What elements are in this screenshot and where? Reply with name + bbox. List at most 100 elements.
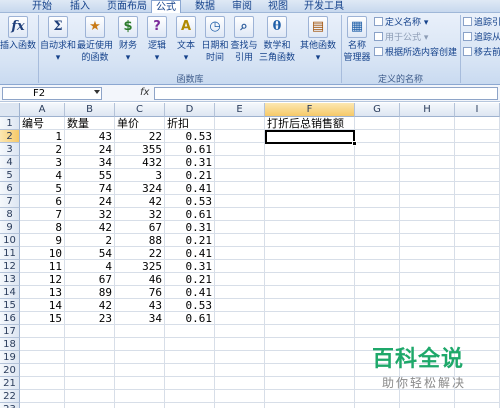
data-cell[interactable]: 0.61 (165, 208, 215, 221)
data-cell[interactable]: 13 (20, 286, 65, 299)
row-header-12[interactable]: 12 (0, 260, 20, 273)
data-cell[interactable]: 14 (20, 299, 65, 312)
data-cell[interactable]: 43 (65, 130, 115, 143)
data-cell[interactable]: 8 (20, 221, 65, 234)
data-cell[interactable]: 1 (20, 130, 65, 143)
data-cell[interactable]: 32 (65, 208, 115, 221)
column-header-b[interactable]: B (65, 103, 115, 117)
trace-dependents-button[interactable]: 追踪从 (463, 32, 500, 44)
row-header-2[interactable]: 2 (0, 130, 20, 143)
row-header-11[interactable]: 11 (0, 247, 20, 260)
data-cell[interactable]: 55 (65, 169, 115, 182)
trace-precedents-button[interactable]: 追踪引 (463, 17, 500, 29)
data-cell[interactable]: 0.41 (165, 286, 215, 299)
header-cell-discounted-total[interactable]: 打折后总销售额 (265, 117, 355, 130)
column-header-g[interactable]: G (355, 103, 400, 117)
data-cell[interactable]: 0.41 (165, 182, 215, 195)
data-cell[interactable]: 42 (65, 221, 115, 234)
data-cell[interactable]: 34 (115, 312, 165, 325)
data-cell[interactable]: 67 (65, 273, 115, 286)
row-header-8[interactable]: 8 (0, 208, 20, 221)
data-cell[interactable]: 0.61 (165, 312, 215, 325)
row-header-7[interactable]: 7 (0, 195, 20, 208)
data-cell[interactable]: 6 (20, 195, 65, 208)
header-cell-quantity[interactable]: 数量 (65, 117, 115, 130)
row-header-22[interactable]: 22 (0, 390, 20, 403)
data-cell[interactable]: 2 (20, 143, 65, 156)
data-cell[interactable]: 3 (115, 169, 165, 182)
row-header-3[interactable]: 3 (0, 143, 20, 156)
use-in-formula-button[interactable]: 用于公式 ▾ (374, 32, 428, 44)
name-box[interactable]: F2 (2, 87, 102, 100)
data-cell[interactable]: 0.21 (165, 169, 215, 182)
tab-page-layout[interactable]: 页面布局 (107, 0, 147, 13)
lookup-reference-button[interactable]: ⌕ 查找与 引用 (230, 16, 258, 64)
data-cell[interactable]: 7 (20, 208, 65, 221)
data-cell[interactable]: 67 (115, 221, 165, 234)
data-cell[interactable]: 32 (115, 208, 165, 221)
data-cell[interactable]: 76 (115, 286, 165, 299)
data-cell[interactable]: 43 (115, 299, 165, 312)
data-cell[interactable]: 12 (20, 273, 65, 286)
data-cell[interactable]: 24 (65, 195, 115, 208)
data-cell[interactable]: 0.53 (165, 130, 215, 143)
autosum-button[interactable]: Σ 自动求和 ▾ (40, 16, 76, 64)
data-cell[interactable]: 0.31 (165, 260, 215, 273)
data-cell[interactable]: 22 (115, 130, 165, 143)
row-header-5[interactable]: 5 (0, 169, 20, 182)
column-header-a[interactable]: A (20, 103, 65, 117)
data-cell[interactable]: 24 (65, 143, 115, 156)
data-cell[interactable]: 0.61 (165, 143, 215, 156)
data-cell[interactable]: 325 (115, 260, 165, 273)
financial-button[interactable]: $ 财务 ▾ (114, 16, 142, 64)
tab-formulas[interactable]: 公式 (151, 0, 181, 14)
formula-input[interactable] (154, 87, 498, 100)
data-cell[interactable]: 324 (115, 182, 165, 195)
tab-review[interactable]: 审阅 (232, 0, 252, 13)
row-header-4[interactable]: 4 (0, 156, 20, 169)
data-cell[interactable]: 46 (115, 273, 165, 286)
more-functions-button[interactable]: ▤ 其他函数 ▾ (298, 16, 338, 64)
column-header-f[interactable]: F (265, 103, 355, 117)
data-cell[interactable]: 11 (20, 260, 65, 273)
row-header-10[interactable]: 10 (0, 234, 20, 247)
row-header-18[interactable]: 18 (0, 338, 20, 351)
column-header-e[interactable]: E (215, 103, 265, 117)
row-header-19[interactable]: 19 (0, 351, 20, 364)
fx-icon[interactable]: fx (140, 87, 149, 98)
remove-arrows-button[interactable]: 移去前 (463, 47, 500, 59)
column-header-c[interactable]: C (115, 103, 165, 117)
tab-data[interactable]: 数据 (195, 0, 215, 13)
data-cell[interactable]: 34 (65, 156, 115, 169)
data-cell[interactable]: 0.21 (165, 234, 215, 247)
row-header-13[interactable]: 13 (0, 273, 20, 286)
column-header-h[interactable]: H (400, 103, 455, 117)
data-cell[interactable]: 74 (65, 182, 115, 195)
column-header-i[interactable]: I (455, 103, 500, 117)
data-cell[interactable]: 0.41 (165, 247, 215, 260)
column-header-d[interactable]: D (165, 103, 215, 117)
row-header-9[interactable]: 9 (0, 221, 20, 234)
name-box-dropdown-icon[interactable] (94, 90, 100, 94)
row-header-16[interactable]: 16 (0, 312, 20, 325)
tab-view[interactable]: 视图 (268, 0, 288, 13)
data-cell[interactable]: 3 (20, 156, 65, 169)
row-header-6[interactable]: 6 (0, 182, 20, 195)
recent-functions-button[interactable]: ★ 最近使用 的函数 (77, 16, 113, 64)
data-cell[interactable]: 89 (65, 286, 115, 299)
data-cell[interactable]: 0.21 (165, 273, 215, 286)
fill-handle[interactable] (352, 141, 357, 146)
data-cell[interactable]: 0.53 (165, 299, 215, 312)
data-cell[interactable]: 4 (65, 260, 115, 273)
insert-function-button[interactable]: fx 插入函数 (0, 16, 36, 52)
name-manager-button[interactable]: ▦ 名称 管理器 (343, 16, 371, 64)
define-name-button[interactable]: 定义名称 ▾ (374, 17, 428, 29)
data-cell[interactable]: 4 (20, 169, 65, 182)
data-cell[interactable]: 0.31 (165, 221, 215, 234)
data-cell[interactable]: 10 (20, 247, 65, 260)
row-header-23[interactable]: 23 (0, 403, 20, 408)
create-from-selection-button[interactable]: 根据所选内容创建 (374, 47, 457, 59)
header-cell-id[interactable]: 编号 (20, 117, 65, 130)
data-cell[interactable]: 2 (65, 234, 115, 247)
data-cell[interactable]: 42 (115, 195, 165, 208)
